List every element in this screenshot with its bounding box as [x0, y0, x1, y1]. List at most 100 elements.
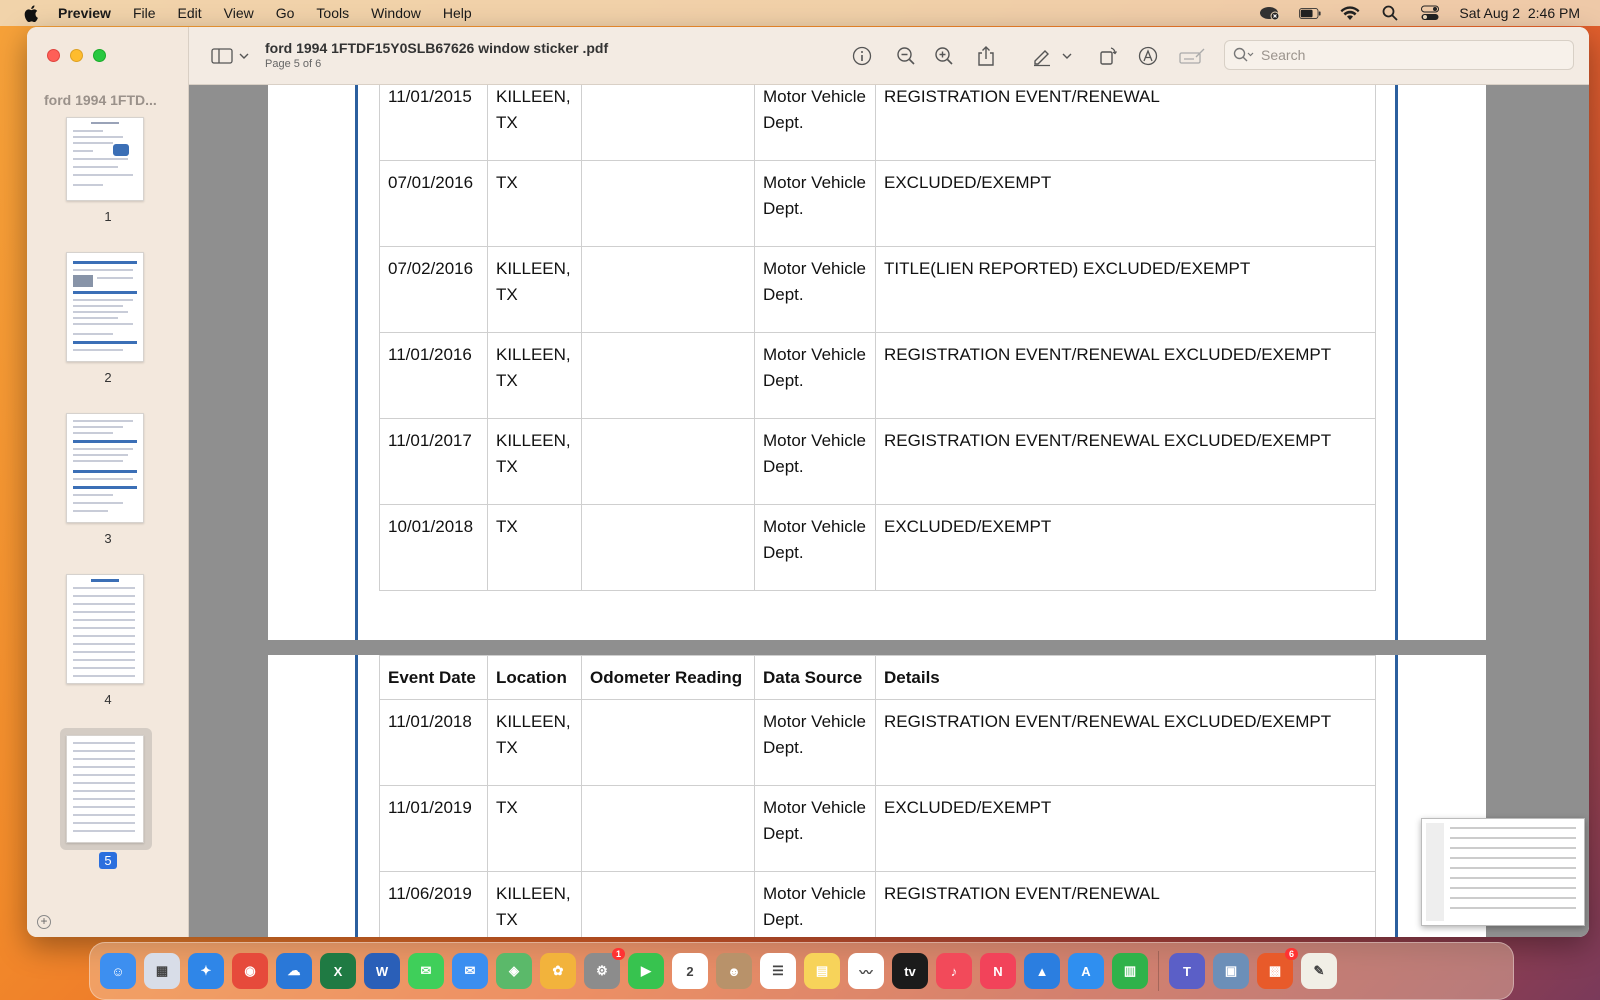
rotate-icon[interactable] [1096, 44, 1120, 68]
dock-mail-icon[interactable]: ✉ [452, 953, 488, 989]
dock-tv-icon[interactable]: tv [892, 953, 928, 989]
table-row: 11/01/2015 KILLEEN, TX Motor Vehicle Dept.… [379, 85, 1376, 161]
cell-event-date: 07/01/2016 [379, 160, 488, 247]
dock-freeform-icon[interactable]: 〰 [848, 953, 884, 989]
menu-edit[interactable]: Edit [178, 5, 202, 21]
cell-event-date: 11/01/2018 [379, 699, 488, 786]
dock-app-store-icon[interactable]: A [1068, 953, 1104, 989]
page-thumbnail-label-3: 3 [104, 531, 112, 546]
info-icon[interactable] [850, 44, 874, 68]
search-input[interactable] [1261, 47, 1561, 63]
pdf-page-4: 11/01/2015 KILLEEN, TX Motor Vehicle Dept.… [268, 85, 1486, 640]
selected-page-number: 5 [99, 852, 117, 869]
zoom-button[interactable] [93, 49, 106, 62]
dock-contacts-icon[interactable]: ☻ [716, 953, 752, 989]
dock-numbers-icon[interactable]: ▥ [1112, 953, 1148, 989]
dock-microsoft-office-icon[interactable]: ▩ 6 [1257, 948, 1298, 989]
control-center-icon[interactable] [1419, 5, 1441, 21]
menu-help[interactable]: Help [443, 5, 472, 21]
dock-news-icon[interactable]: N [980, 953, 1016, 989]
page-thumbnail-1[interactable] [66, 117, 144, 201]
dock-maps-icon[interactable]: ◈ [496, 953, 532, 989]
dock-teams-icon[interactable]: T [1169, 953, 1205, 989]
cell-location: TX [487, 785, 582, 872]
menubar-clock[interactable]: Sat Aug 2 2:46 PM [1459, 5, 1580, 21]
dock-onedrive-icon[interactable]: ☁ [276, 953, 312, 989]
cell-details: EXCLUDED/EXEMPT [875, 785, 1376, 872]
cell-data-source: Motor Vehicle Dept. [754, 418, 876, 505]
dock-launchpad-icon[interactable]: ▦ [144, 953, 180, 989]
wifi-icon[interactable] [1339, 5, 1361, 21]
menu-app-name[interactable]: Preview [58, 5, 111, 21]
dock-excel-icon[interactable]: X [320, 953, 356, 989]
share-icon[interactable] [974, 44, 998, 68]
close-button[interactable] [47, 49, 60, 62]
dock-textedit-glyph: ✎ [1313, 963, 1325, 978]
cell-location: KILLEEN, TX [487, 332, 582, 419]
screenshot-preview-thumbnail[interactable] [1421, 818, 1585, 926]
page-thumbnail-4[interactable] [66, 574, 144, 684]
menu-view[interactable]: View [224, 5, 254, 21]
search-field[interactable] [1224, 40, 1574, 70]
dock-preview-icon[interactable]: ▣ [1213, 953, 1249, 989]
dock-textedit-icon[interactable]: ✎ [1301, 953, 1337, 989]
toolbar: ford 1994 1FTDF15Y0SLB67626 window stick… [189, 27, 1589, 85]
apple-icon[interactable] [20, 3, 42, 23]
cell-event-date: 10/01/2018 [379, 504, 488, 591]
dock-notes-icon[interactable]: ▤ [804, 953, 840, 989]
markup-pen-icon[interactable] [1030, 44, 1054, 68]
page-thumbnail-2[interactable] [66, 252, 144, 362]
dock-messages-icon[interactable]: ✉ [408, 953, 444, 989]
dock-reminders-icon[interactable]: ☰ [760, 953, 796, 989]
creative-cloud-icon[interactable] [1259, 5, 1281, 21]
menu-window[interactable]: Window [371, 5, 421, 21]
dock-word-icon[interactable]: W [364, 953, 400, 989]
table-row: 10/01/2018 TX Motor Vehicle Dept. EXCLUDED/… [379, 504, 1376, 591]
cell-details: TITLE(LIEN REPORTED) EXCLUDED/EXEMPT [875, 246, 1376, 333]
menu-file[interactable]: File [133, 5, 156, 21]
document-view[interactable]: 11/01/2015 KILLEEN, TX Motor Vehicle Dept.… [189, 85, 1589, 937]
cell-event-date: 11/01/2019 [379, 785, 488, 872]
dock-settings-icon[interactable]: ⚙ 1 [584, 948, 625, 989]
column-header-data-source: Data Source [754, 655, 876, 700]
dock-calendar-icon[interactable]: 2 [672, 953, 708, 989]
page-thumbnail-3[interactable] [66, 413, 144, 523]
cell-odometer [581, 418, 755, 505]
table-row: 07/01/2016 TX Motor Vehicle Dept. EXCLUDED/… [379, 160, 1376, 247]
dock-music-glyph: ♪ [950, 963, 958, 979]
dock-microsoft-office-glyph: ▩ [1268, 963, 1282, 978]
dock-news-glyph: N [993, 963, 1003, 979]
annotate-icon[interactable] [1136, 44, 1160, 68]
column-header-location: Location [487, 655, 582, 700]
dock-finder-icon[interactable]: ☺ [100, 953, 136, 989]
add-page-button[interactable]: + [37, 915, 51, 929]
battery-icon[interactable] [1299, 5, 1321, 21]
page-thumbnail-5[interactable] [66, 735, 144, 843]
sidebar-document-title: ford 1994 1FTD... [44, 92, 157, 108]
table-row: 11/01/2016 KILLEEN, TX Motor Vehicle Dept.… [379, 332, 1376, 419]
minimize-button[interactable] [70, 49, 83, 62]
cell-odometer [581, 871, 755, 937]
menu-go[interactable]: Go [276, 5, 295, 21]
zoom-out-icon[interactable] [894, 44, 918, 68]
dock-music-icon[interactable]: ♪ [936, 953, 972, 989]
cell-location: TX [487, 504, 582, 591]
dock-notes-glyph: ▤ [815, 963, 829, 978]
markup-chevron-down-icon[interactable] [1059, 44, 1075, 68]
dock-settings-glyph: ⚙ [596, 963, 608, 978]
zoom-in-icon[interactable] [932, 44, 956, 68]
table-header-row: Event Date Location Odometer Reading Dat… [379, 655, 1376, 700]
dock-chrome-icon[interactable]: ◉ [232, 953, 268, 989]
dock-facetime-icon[interactable]: ▶ [628, 953, 664, 989]
cell-data-source: Motor Vehicle Dept. [754, 871, 876, 937]
menu-tools[interactable]: Tools [316, 5, 349, 21]
cell-data-source: Motor Vehicle Dept. [754, 85, 876, 161]
sidebar-toggle-icon[interactable] [211, 44, 251, 68]
signature-icon[interactable] [1178, 44, 1208, 68]
dock-safari-icon[interactable]: ✦ [188, 953, 224, 989]
dock-keynote-glyph: ▲ [1035, 963, 1049, 979]
dock-photos-icon[interactable]: ✿ [540, 953, 576, 989]
dock-launchpad-glyph: ▦ [155, 963, 169, 978]
dock-keynote-icon[interactable]: ▲ [1024, 953, 1060, 989]
search-icon[interactable] [1379, 5, 1401, 21]
